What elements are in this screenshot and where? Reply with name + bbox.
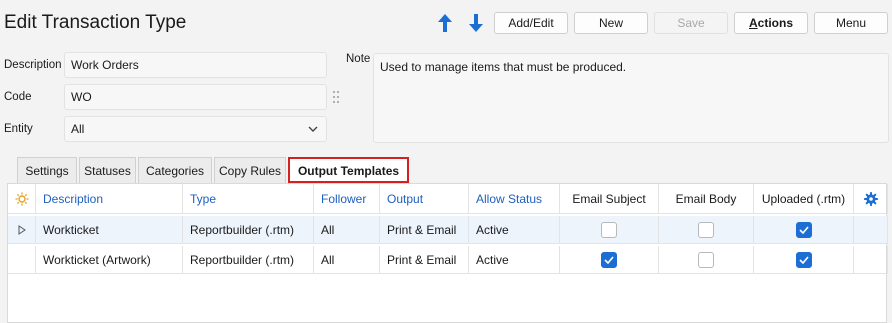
new-button[interactable]: New [574, 12, 648, 34]
column-header-output[interactable]: Output [380, 184, 469, 214]
output-templates-grid: Description Type Follower Output Allow S… [7, 183, 888, 323]
entity-select[interactable]: All [64, 116, 327, 142]
grip-icon [333, 91, 339, 103]
tab-statuses[interactable]: Statuses [79, 157, 136, 183]
arrow-down-icon [469, 14, 483, 32]
column-settings-button[interactable] [854, 184, 888, 214]
entity-label: Entity [4, 123, 33, 135]
row-indicator[interactable] [8, 216, 36, 244]
tab-settings[interactable]: Settings [17, 157, 77, 183]
row-spacer-cell [854, 216, 888, 244]
email-subject-checkbox[interactable] [601, 251, 617, 268]
column-header-email-subject[interactable]: Email Subject [560, 184, 659, 214]
row-indicator[interactable] [8, 246, 36, 274]
email-body-checkbox[interactable] [698, 251, 714, 268]
check-icon [798, 225, 809, 234]
add-edit-button[interactable]: Add/Edit [494, 12, 568, 34]
code-label: Code [4, 91, 32, 103]
move-down-button[interactable] [466, 12, 486, 34]
column-header-allow-status[interactable]: Allow Status [469, 184, 560, 214]
save-button[interactable]: Save [654, 12, 728, 34]
tab-copy-rules[interactable]: Copy Rules [214, 157, 286, 183]
email-subject-checkbox[interactable] [601, 221, 617, 238]
uploaded-checkbox[interactable] [795, 221, 812, 238]
column-header-follower[interactable]: Follower [314, 184, 380, 214]
chevron-down-icon [308, 126, 318, 132]
email-body-checkbox[interactable] [698, 221, 714, 238]
cell-allow-status[interactable]: Active [469, 246, 560, 274]
tab-output-templates[interactable]: Output Templates [288, 157, 409, 183]
column-header-type[interactable]: Type [183, 184, 314, 214]
cell-type[interactable]: Reportbuilder (.rtm) [183, 246, 314, 274]
check-icon [798, 255, 809, 264]
column-header-email-body[interactable]: Email Body [659, 184, 754, 214]
tab-categories[interactable]: Categories [138, 157, 212, 183]
actions-button[interactable]: Actions [734, 12, 808, 34]
menu-button[interactable]: Menu [814, 12, 888, 34]
row-indicator-header[interactable] [8, 184, 36, 214]
cell-output[interactable]: Print & Email [380, 246, 469, 274]
note-textarea[interactable]: Used to manage items that must be produc… [373, 53, 889, 143]
description-label: Description [4, 59, 62, 71]
cell-follower[interactable]: All [314, 246, 380, 274]
note-label: Note [346, 53, 371, 65]
cell-description[interactable]: Workticket [36, 216, 183, 244]
sun-icon [15, 192, 28, 205]
column-header-description[interactable]: Description [36, 184, 183, 214]
cell-allow-status[interactable]: Active [469, 216, 560, 244]
uploaded-checkbox[interactable] [795, 251, 812, 268]
cell-description[interactable]: Workticket (Artwork) [36, 246, 183, 274]
code-input[interactable]: WO [64, 84, 327, 110]
cell-type[interactable]: Reportbuilder (.rtm) [183, 216, 314, 244]
actions-label-rest: ctions [757, 16, 793, 30]
cell-follower[interactable]: All [314, 216, 380, 244]
check-icon [604, 255, 614, 264]
actions-hotkey-letter: A [748, 16, 758, 30]
description-input[interactable]: Work Orders [64, 52, 327, 78]
cell-output[interactable]: Print & Email [380, 216, 469, 244]
column-header-uploaded[interactable]: Uploaded (.rtm) [754, 184, 854, 214]
entity-selected-value: All [71, 122, 85, 136]
move-up-button[interactable] [435, 12, 455, 34]
arrow-up-icon [438, 14, 452, 32]
row-pointer-icon [18, 224, 26, 235]
page-title: Edit Transaction Type [4, 12, 187, 33]
gear-icon [863, 191, 878, 206]
row-spacer-cell [854, 246, 888, 274]
